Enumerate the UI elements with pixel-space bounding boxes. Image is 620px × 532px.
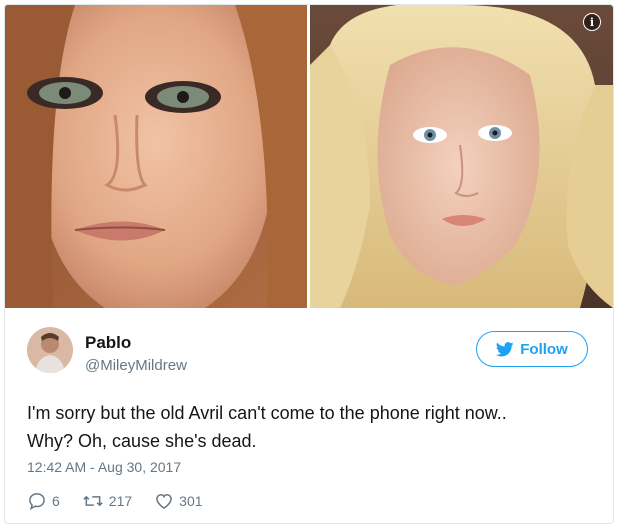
tweet-timestamp[interactable]: 12:42 AM - Aug 30, 2017 [27,459,181,475]
tweet-header: Pablo @MileyMildrew Follow [27,327,597,379]
like-button[interactable]: 301 [154,491,203,511]
retweet-button[interactable]: 217 [82,491,132,511]
left-photo[interactable] [5,5,307,308]
twitter-bird-icon [496,341,514,356]
reply-button[interactable]: 6 [27,491,60,511]
tweet-text: I'm sorry but the old Avril can't come t… [27,399,587,455]
avatar[interactable] [27,327,73,373]
heart-icon [156,493,172,509]
follow-button[interactable]: Follow [476,331,588,367]
right-photo[interactable]: i [310,5,613,308]
tweet-text-line: Why? Oh, cause she's dead. [27,431,257,451]
reply-icon [29,493,45,511]
retweet-icon [83,495,103,507]
tweet-media: i [5,5,613,308]
follow-label: Follow [520,340,568,358]
info-button[interactable]: i [583,13,601,31]
tweet-text-line: I'm sorry but the old Avril can't come t… [27,403,507,423]
info-icon: i [589,15,595,29]
tweet-actions: 6 217 301 [27,490,225,512]
author-name[interactable]: Pablo [85,333,131,353]
author-handle[interactable]: @MileyMildrew [85,357,187,374]
retweet-count: 217 [108,493,133,509]
reply-count: 6 [52,493,60,509]
like-count: 301 [179,493,203,509]
tweet-card: i Pablo @MileyMildrew Follow I'm sorry b… [4,4,614,524]
